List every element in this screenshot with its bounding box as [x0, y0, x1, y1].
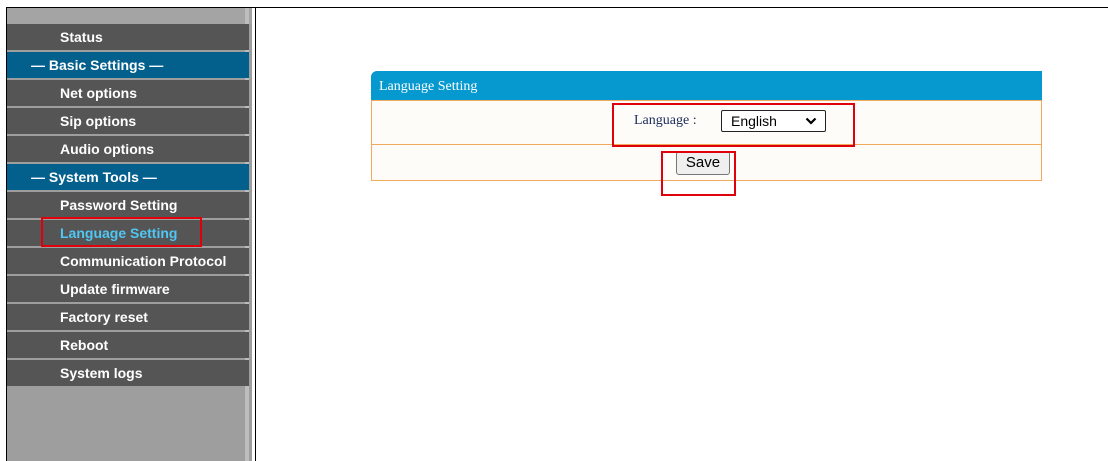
language-select-value: English — [731, 113, 777, 129]
sidebar-item-factory-reset[interactable]: Factory reset — [7, 304, 249, 330]
save-button[interactable]: Save — [676, 151, 730, 175]
chevron-down-icon — [805, 111, 817, 137]
sidebar-item-system-logs[interactable]: System logs — [7, 360, 249, 386]
divider — [255, 8, 256, 461]
language-row: Language : English — [371, 100, 1042, 145]
sidebar-section-basic-settings: — Basic Settings — — [7, 52, 249, 78]
sidebar-section-system-tools: — System Tools — — [7, 164, 249, 190]
sidebar-item-language-setting[interactable]: Language Setting — [7, 220, 249, 246]
sidebar-item-communication-protocol[interactable]: Communication Protocol — [7, 248, 249, 274]
save-row: Save — [371, 145, 1042, 181]
sidebar-item-net-options[interactable]: Net options — [7, 80, 249, 106]
panel-title: Language Setting — [371, 71, 1042, 100]
sidebar-item-audio-options[interactable]: Audio options — [7, 136, 249, 162]
sidebar-item-update-firmware[interactable]: Update firmware — [7, 276, 249, 302]
language-setting-panel: Language Setting Language : English Save — [371, 71, 1042, 193]
sidebar-item-status[interactable]: Status — [7, 24, 249, 50]
sidebar-item-sip-options[interactable]: Sip options — [7, 108, 249, 134]
sidebar-item-password-setting[interactable]: Password Setting — [7, 192, 249, 218]
sidebar-item-reboot[interactable]: Reboot — [7, 332, 249, 358]
sidebar-menu: Status — Basic Settings — Net options Si… — [7, 24, 249, 388]
language-select[interactable]: English — [721, 110, 826, 132]
sidebar-top-strip — [7, 8, 252, 24]
language-label: Language : — [634, 113, 697, 128]
